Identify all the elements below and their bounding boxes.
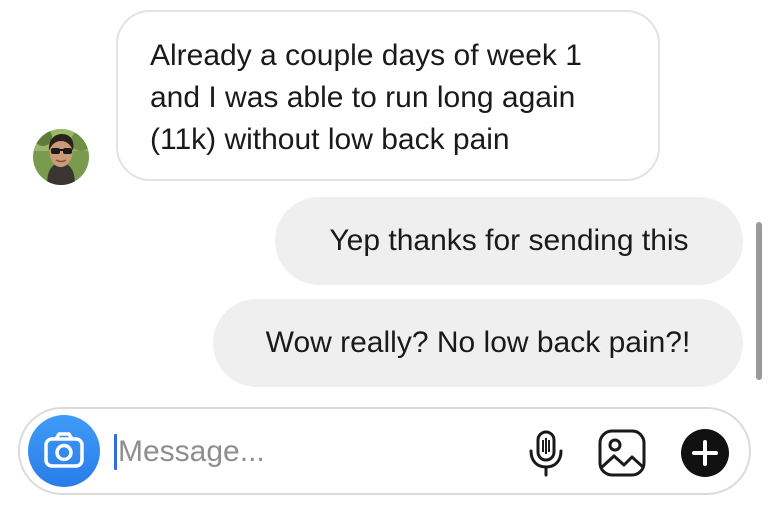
gallery-button[interactable] xyxy=(596,427,648,479)
add-button[interactable] xyxy=(679,427,731,479)
message-composer xyxy=(18,407,751,495)
message-thread[interactable]: Already a couple days of week 1 and I wa… xyxy=(0,0,768,400)
contact-avatar[interactable] xyxy=(33,129,89,185)
avatar-photo xyxy=(33,129,89,185)
message-input[interactable] xyxy=(118,427,498,477)
outgoing-message-text: Yep thanks for sending this xyxy=(329,224,689,257)
outgoing-message-bubble[interactable]: Yep thanks for sending this xyxy=(275,197,743,285)
camera-button[interactable] xyxy=(28,415,100,487)
incoming-message-bubble[interactable]: Already a couple days of week 1 and I wa… xyxy=(116,10,660,181)
plus-icon xyxy=(681,429,729,477)
outgoing-message-bubble[interactable]: Wow really? No low back pain?! xyxy=(213,299,743,387)
microphone-button[interactable] xyxy=(520,427,572,479)
scrollbar[interactable] xyxy=(756,222,762,380)
camera-icon xyxy=(44,432,84,468)
incoming-message-text: Already a couple days of week 1 and I wa… xyxy=(150,39,582,156)
gallery-icon xyxy=(598,429,646,477)
outgoing-message-text: Wow really? No low back pain?! xyxy=(265,326,691,359)
text-cursor xyxy=(114,434,117,470)
microphone-icon xyxy=(529,430,563,477)
